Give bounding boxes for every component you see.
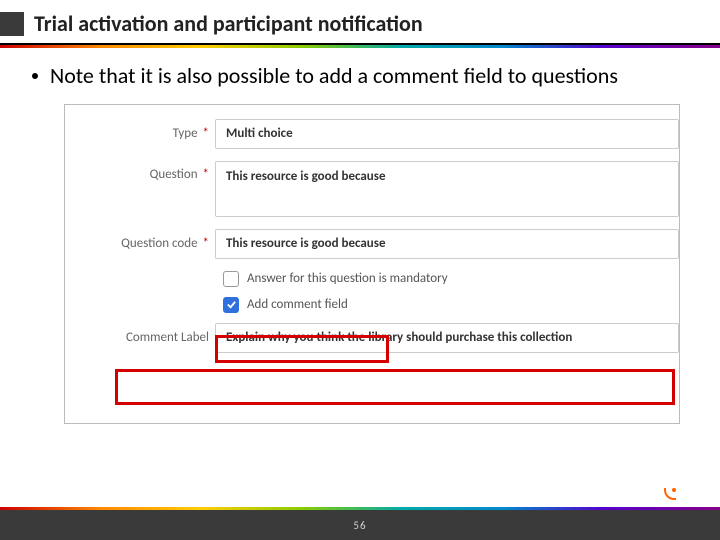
required-marker: * bbox=[203, 167, 209, 182]
field-question: This resource is good because bbox=[215, 161, 679, 217]
check-icon bbox=[226, 299, 237, 310]
field-code: This resource is good because bbox=[215, 229, 679, 259]
input-question[interactable]: This resource is good because bbox=[215, 161, 679, 217]
logo-icon bbox=[660, 488, 676, 504]
row-mandatory: Answer for this question is mandatory bbox=[223, 271, 679, 287]
slide-body: Note that it is also possible to add a c… bbox=[0, 48, 720, 424]
row-code: Question code * This resource is good be… bbox=[65, 229, 679, 259]
page-title: Trial activation and participant notific… bbox=[34, 10, 423, 37]
row-question: Question * This resource is good because bbox=[65, 161, 679, 217]
title-row: Trial activation and participant notific… bbox=[0, 0, 720, 39]
label-add-comment: Add comment field bbox=[247, 297, 348, 312]
label-question: Question * bbox=[65, 161, 215, 182]
required-marker: * bbox=[203, 236, 209, 251]
label-mandatory: Answer for this question is mandatory bbox=[247, 271, 448, 286]
slide: Trial activation and participant notific… bbox=[0, 0, 720, 540]
label-type-text: Type bbox=[173, 126, 198, 141]
label-code-text: Question code bbox=[121, 236, 197, 251]
label-type: Type * bbox=[65, 126, 215, 141]
input-code[interactable]: This resource is good because bbox=[215, 229, 679, 259]
bullet-icon bbox=[32, 73, 38, 79]
checkbox-mandatory[interactable] bbox=[223, 271, 239, 287]
highlight-comment-label bbox=[115, 369, 675, 405]
page-number: 56 bbox=[0, 519, 720, 532]
required-marker: * bbox=[203, 126, 209, 141]
row-type: Type * Multi choice bbox=[65, 119, 679, 149]
field-type: Multi choice bbox=[215, 119, 679, 149]
label-question-text: Question bbox=[150, 167, 198, 182]
form-screenshot-panel: Type * Multi choice Question * This reso… bbox=[64, 104, 680, 424]
label-comment-label: Comment Label bbox=[65, 330, 215, 345]
highlight-add-comment bbox=[215, 335, 389, 363]
input-type[interactable]: Multi choice bbox=[215, 119, 679, 149]
row-add-comment: Add comment field bbox=[223, 297, 679, 313]
bullet-line: Note that it is also possible to add a c… bbox=[28, 62, 692, 90]
title-block-icon bbox=[0, 12, 24, 36]
checkbox-add-comment[interactable] bbox=[223, 297, 239, 313]
label-code: Question code * bbox=[65, 236, 215, 251]
form-inner: Type * Multi choice Question * This reso… bbox=[65, 105, 679, 353]
bullet-text: Note that it is also possible to add a c… bbox=[50, 62, 618, 90]
